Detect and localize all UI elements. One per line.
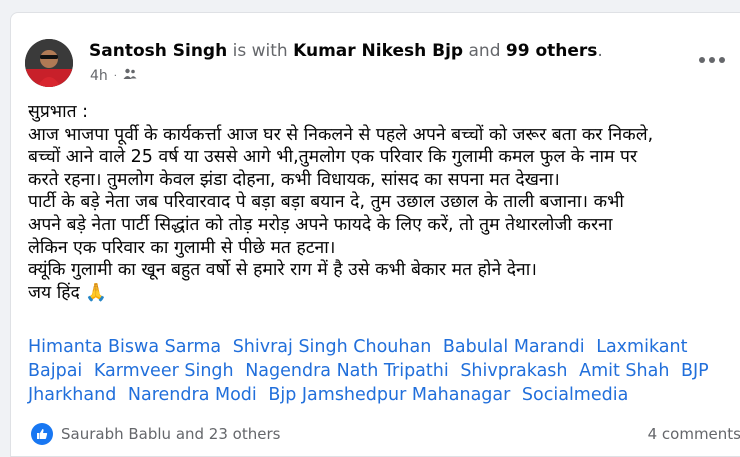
comments-count[interactable]: 4 comments	[648, 425, 740, 443]
period: .	[597, 41, 603, 61]
like-icon	[31, 423, 53, 445]
post-line: करते रहना। तुमलोग केवल झंडा दोहना, कभी व…	[28, 169, 560, 190]
post-line: क्यूंकि गुलामी का खून बहुत वर्षो से हमार…	[28, 260, 537, 281]
post-footer: Saurabh Bablu and 23 others 4 comments	[31, 423, 740, 449]
tag-link[interactable]: Bjp Jamshedpur Mahanagar	[268, 385, 510, 405]
post-text: सुप्रभात : आज भाजपा पूर्वी के कार्यकर्त्…	[28, 101, 728, 304]
others-link[interactable]: 99 others	[506, 41, 598, 61]
post-line: सुप्रभात :	[28, 102, 89, 122]
reactions-text[interactable]: Saurabh Bablu and 23 others	[61, 425, 280, 443]
more-options-icon[interactable]	[699, 57, 725, 63]
with-text: is with	[232, 41, 288, 61]
dot-separator: ·	[113, 70, 117, 82]
friends-icon[interactable]	[123, 68, 137, 84]
tag-link[interactable]: Himanta Biswa Sarma	[28, 337, 221, 357]
post-header: Santosh Singh is with Kumar Nikesh Bjp a…	[89, 41, 603, 61]
post-card: Santosh Singh is with Kumar Nikesh Bjp a…	[10, 12, 740, 457]
author-name[interactable]: Santosh Singh	[89, 41, 227, 61]
reactions-summary[interactable]: Saurabh Bablu and 23 others	[31, 423, 280, 445]
tag-link[interactable]: Babulal Marandi	[443, 337, 585, 357]
post-line: बच्चों आने वाले 25 वर्ष या उससे आगे भी,त…	[28, 147, 638, 168]
tag-link[interactable]: Shivraj Singh Chouhan	[233, 337, 432, 357]
post-meta: 4h ·	[90, 68, 137, 84]
tag-link[interactable]: Nagendra Nath Tripathi	[245, 361, 449, 381]
tag-link[interactable]: Socialmedia	[522, 385, 628, 405]
post-time[interactable]: 4h	[90, 68, 108, 84]
post-line: आज भाजपा पूर्वी के कार्यकर्त्ता आज घर से…	[28, 124, 654, 145]
post-line: जय हिंद 🙏	[28, 282, 108, 303]
avatar-photo	[25, 39, 73, 87]
tagged-person[interactable]: Kumar Nikesh Bjp	[293, 41, 463, 61]
tag-link[interactable]: Shivprakash	[460, 361, 567, 381]
post-line: अपने बड़े नेता पार्टी सिद्धांत को तोड़ म…	[28, 214, 613, 235]
tag-link[interactable]: Narendra Modi	[128, 385, 257, 405]
tag-link[interactable]: Karmveer Singh	[94, 361, 234, 381]
avatar[interactable]	[25, 39, 73, 87]
post-line: पार्टी के बड़े नेता जब परिवारवाद पे बड़ा…	[28, 192, 624, 213]
post-line: लेकिन एक परिवार का गुलामी से पीछे मत हटन…	[28, 237, 336, 258]
tag-link[interactable]: Amit Shah	[579, 361, 669, 381]
and-text: and	[468, 41, 501, 61]
tag-list: Himanta Biswa Sarma Shivraj Singh Chouha…	[28, 335, 728, 407]
